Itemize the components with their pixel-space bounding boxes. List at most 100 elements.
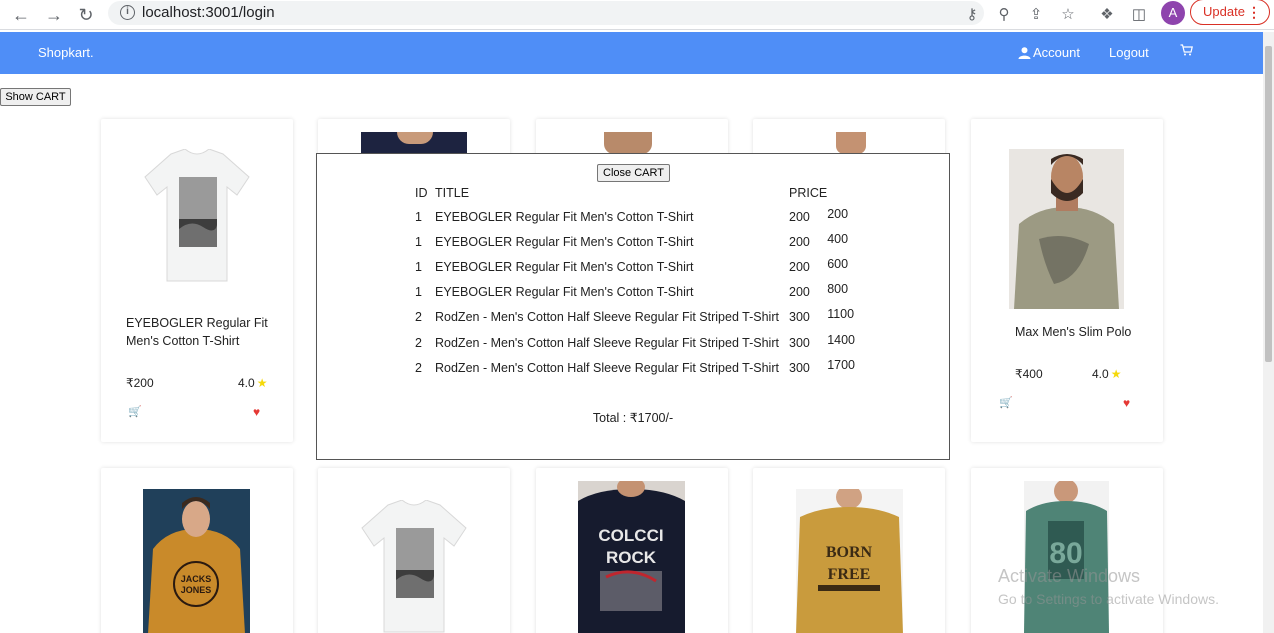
cart-modal: Close CART ID TITLE PRICE 1 EYEBOGLER Re…: [316, 153, 950, 460]
app-navbar: Shopkart. Account Logout: [0, 32, 1263, 74]
star-icon: ★: [1110, 367, 1122, 381]
row-id: 2: [415, 310, 422, 325]
row-price: 300: [789, 335, 810, 350]
svg-text:ROCK: ROCK: [606, 548, 657, 567]
page-scrollbar[interactable]: [1263, 32, 1274, 633]
heart-icon[interactable]: ♥: [1123, 396, 1130, 410]
product-card[interactable]: [318, 468, 510, 633]
show-cart-button[interactable]: Show CART: [0, 88, 71, 106]
row-running-total: 1400: [827, 332, 856, 347]
row-price: 200: [789, 259, 810, 274]
row-id: 1: [415, 285, 422, 300]
add-to-cart-icon[interactable]: 🛒: [128, 405, 142, 418]
table-row: 1 EYEBOGLER Regular Fit Men's Cotton T-S…: [415, 254, 867, 279]
add-to-cart-icon[interactable]: 🛒: [999, 396, 1013, 409]
side-panel-icon[interactable]: ◫: [1128, 3, 1150, 25]
share-icon[interactable]: ⇪: [1025, 3, 1047, 25]
product-image: [361, 500, 467, 633]
table-row: 2 RodZen - Men's Cotton Half Sleeve Regu…: [415, 355, 867, 380]
row-running-total: 600: [827, 256, 849, 271]
svg-text:BORN: BORN: [826, 544, 873, 561]
zoom-icon[interactable]: ⚲: [993, 3, 1015, 25]
product-image: 80: [1024, 481, 1109, 633]
brand-logo[interactable]: Shopkart.: [38, 45, 94, 60]
profile-avatar[interactable]: A: [1161, 1, 1185, 25]
site-info-icon[interactable]: i: [120, 5, 135, 20]
row-running-total: 200: [827, 206, 849, 221]
table-row: 2 RodZen - Men's Cotton Half Sleeve Regu…: [415, 305, 867, 330]
row-title: EYEBOGLER Regular Fit Men's Cotton T-Shi…: [435, 259, 694, 274]
table-row: 1 EYEBOGLER Regular Fit Men's Cotton T-S…: [415, 229, 867, 254]
row-running-total: 800: [827, 282, 849, 297]
product-image: [604, 132, 652, 154]
forward-icon[interactable]: →: [42, 3, 66, 27]
row-price: 300: [789, 360, 810, 375]
row-title: RodZen - Men's Cotton Half Sleeve Regula…: [435, 360, 779, 375]
svg-text:JONES: JONES: [181, 585, 212, 595]
row-title: RodZen - Men's Cotton Half Sleeve Regula…: [435, 310, 779, 325]
header-title: TITLE: [435, 186, 470, 200]
product-card[interactable]: JACKS JONES: [101, 468, 293, 633]
row-id: 2: [415, 360, 422, 375]
user-icon: [1018, 46, 1031, 59]
bookmark-star-icon[interactable]: ☆: [1057, 3, 1079, 25]
update-button[interactable]: Update ⋮: [1190, 0, 1270, 25]
header-id: ID: [415, 186, 428, 200]
update-label: Update: [1203, 4, 1245, 19]
row-id: 1: [415, 234, 422, 249]
scrollbar-thumb[interactable]: [1265, 46, 1272, 362]
product-card[interactable]: EYEBOGLER Regular Fit Men's Cotton T-Shi…: [101, 119, 293, 442]
heart-icon[interactable]: ♥: [253, 405, 260, 419]
header-running-total: [827, 183, 867, 201]
logout-link[interactable]: Logout: [1109, 45, 1149, 60]
cart-icon[interactable]: [1180, 44, 1193, 59]
rating-value: 4.0: [1092, 367, 1109, 381]
back-icon[interactable]: ←: [9, 3, 33, 27]
row-price: 200: [789, 234, 810, 249]
close-cart-button[interactable]: Close CART: [597, 164, 670, 182]
product-image: [144, 149, 250, 282]
row-price: 200: [789, 209, 810, 224]
row-price: 200: [789, 285, 810, 300]
row-price: 300: [789, 310, 810, 325]
product-card[interactable]: 80: [971, 468, 1163, 633]
svg-text:COLCCI: COLCCI: [598, 526, 663, 545]
row-title: EYEBOGLER Regular Fit Men's Cotton T-Shi…: [435, 209, 694, 224]
product-image: [1009, 149, 1124, 309]
extensions-icon[interactable]: ❖: [1096, 3, 1118, 25]
product-image: [361, 132, 467, 154]
cart-total: Total : ₹1700/-: [592, 411, 674, 425]
row-title: RodZen - Men's Cotton Half Sleeve Regula…: [435, 335, 779, 350]
product-card[interactable]: Max Men's Slim Polo ₹400 4.0 ★ 🛒 ♥: [971, 119, 1163, 442]
key-icon[interactable]: ⚷: [961, 3, 983, 25]
svg-text:FREE: FREE: [828, 566, 871, 583]
product-image: [836, 132, 866, 154]
windows-activation-watermark: Activate Windows: [998, 566, 1141, 586]
browser-toolbar: ← → ↻ i localhost:3001/login ⚷ ⚲ ⇪ ☆ ❖ ◫…: [0, 0, 1274, 30]
product-card[interactable]: COLCCI ROCK: [536, 468, 728, 633]
account-link[interactable]: Account: [1018, 45, 1080, 60]
row-id: 2: [415, 335, 422, 350]
more-icon[interactable]: ⋮: [1247, 0, 1261, 24]
windows-activation-subtext: Go to Settings to activate Windows.: [998, 591, 1219, 607]
product-rating: 4.0 ★: [1092, 367, 1121, 381]
product-title[interactable]: EYEBOGLER Regular Fit Men's Cotton T-Shi…: [126, 314, 276, 350]
product-title[interactable]: Max Men's Slim Polo: [1015, 323, 1163, 341]
cart-table-header: ID TITLE PRICE: [415, 186, 867, 204]
product-image: BORN FREE: [796, 489, 903, 633]
reload-icon[interactable]: ↻: [74, 3, 98, 27]
table-row: 1 EYEBOGLER Regular Fit Men's Cotton T-S…: [415, 204, 867, 229]
row-running-total: 1100: [827, 307, 855, 322]
product-card[interactable]: BORN FREE: [753, 468, 945, 633]
row-title: EYEBOGLER Regular Fit Men's Cotton T-Shi…: [435, 234, 694, 249]
address-bar[interactable]: i localhost:3001/login: [108, 1, 984, 25]
svg-text:JACKS: JACKS: [181, 574, 212, 584]
cart-table: ID TITLE PRICE 1 EYEBOGLER Regular Fit M…: [415, 186, 867, 380]
header-price: PRICE: [789, 186, 828, 200]
star-icon: ★: [256, 376, 268, 390]
product-rating: 4.0 ★: [238, 376, 267, 390]
product-price: ₹400: [1015, 367, 1043, 381]
url-text: localhost:3001/login: [142, 4, 275, 21]
product-price: ₹200: [126, 376, 154, 390]
row-id: 1: [415, 259, 422, 274]
